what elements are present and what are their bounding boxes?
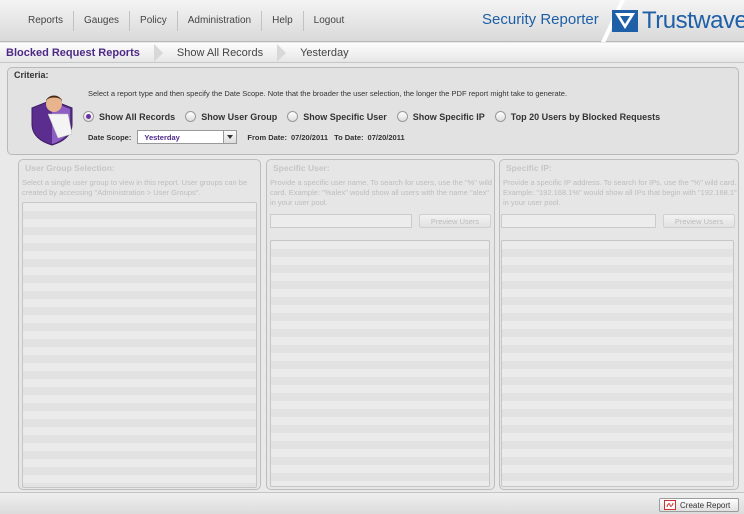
- chevron-down-icon[interactable]: [223, 131, 237, 143]
- specific-ip-list[interactable]: [501, 240, 734, 487]
- pdf-icon: [664, 500, 676, 510]
- specific-ip-description: Provide a specific IP address. To search…: [503, 178, 737, 207]
- brand-name: Trustwave: [642, 7, 744, 34]
- radio-show-all-records[interactable]: Show All Records: [83, 111, 175, 122]
- date-scope-value: Yesterday: [144, 132, 180, 142]
- report-type-group: Show All Records Show User Group Show Sp…: [83, 111, 670, 122]
- specific-user-input[interactable]: [270, 214, 412, 228]
- main-nav: Reports Gauges Policy Administration Hel…: [18, 0, 354, 42]
- criteria-panel: Criteria: Select a report type and then …: [7, 67, 739, 155]
- date-scope-row: Date Scope: Yesterday From Date: 07/20/2…: [88, 130, 405, 144]
- specific-user-panel: Specific User: Provide a specific user n…: [266, 159, 495, 490]
- date-scope-label: Date Scope:: [88, 132, 132, 142]
- preview-ips-button[interactable]: Preview Users: [663, 214, 735, 228]
- specific-user-description: Provide a specific user name. To search …: [270, 178, 492, 207]
- to-date-value: 07/20/2011: [367, 132, 405, 142]
- from-date-value: 07/20/2011: [290, 132, 329, 142]
- breadcrumb-item-records[interactable]: Show All Records: [171, 47, 269, 59]
- user-group-title: User Group Selection:: [25, 163, 115, 173]
- radio-label: Show All Records: [99, 111, 176, 122]
- preview-users-button[interactable]: Preview Users: [419, 214, 491, 228]
- date-scope-select[interactable]: Yesterday: [137, 130, 238, 144]
- criteria-title: Criteria:: [14, 70, 49, 80]
- create-report-label: Create Report: [680, 500, 731, 510]
- breadcrumb-separator: [277, 43, 287, 62]
- top-bar: Reports Gauges Policy Administration Hel…: [0, 0, 744, 42]
- nav-administration[interactable]: Administration: [178, 11, 263, 31]
- nav-logout[interactable]: Logout: [304, 11, 355, 31]
- user-group-list[interactable]: [22, 202, 257, 488]
- breadcrumb-separator: [153, 43, 163, 62]
- user-shield-icon: [31, 95, 73, 146]
- radio-button[interactable]: [287, 111, 299, 122]
- radio-label: Show Specific User: [303, 111, 387, 122]
- specific-ip-input[interactable]: [501, 214, 656, 228]
- radio-label: Top 20 Users by Blocked Requests: [510, 111, 661, 122]
- nav-gauges[interactable]: Gauges: [74, 11, 131, 31]
- breadcrumb: Blocked Request Reports Show All Records…: [0, 43, 744, 63]
- from-date-label: From Date:: [247, 132, 287, 142]
- radio-show-specific-user[interactable]: Show Specific User: [287, 111, 387, 122]
- footer-bar: Create Report: [0, 492, 744, 514]
- to-date-label: To Date:: [334, 132, 364, 142]
- specific-ip-title: Specific IP:: [506, 163, 552, 173]
- radio-top-20-users[interactable]: Top 20 Users by Blocked Requests: [494, 111, 661, 122]
- radio-show-user-group[interactable]: Show User Group: [185, 111, 277, 122]
- specific-user-title: Specific User:: [273, 163, 330, 173]
- criteria-instructions: Select a report type and then specify th…: [88, 89, 568, 98]
- user-group-panel: User Group Selection: Select a single us…: [18, 159, 261, 490]
- radio-button[interactable]: [83, 111, 94, 122]
- radio-button[interactable]: [494, 111, 506, 122]
- specific-user-list[interactable]: [270, 240, 490, 487]
- radio-button[interactable]: [185, 111, 197, 122]
- nav-reports[interactable]: Reports: [18, 11, 75, 31]
- breadcrumb-item-scope: Yesterday: [300, 46, 349, 59]
- create-report-button[interactable]: Create Report: [659, 498, 739, 512]
- specific-ip-panel: Specific IP: Provide a specific IP addre…: [499, 159, 739, 490]
- user-group-description: Select a single user group to view in th…: [22, 178, 248, 197]
- breadcrumb-item-report[interactable]: Blocked Request Reports: [0, 47, 146, 59]
- brand-logo: Trustwave ®: [612, 6, 744, 36]
- radio-button[interactable]: [396, 111, 408, 122]
- trustwave-logo-icon: [612, 10, 638, 32]
- app-title: Security Reporter: [482, 11, 599, 28]
- radio-show-specific-ip[interactable]: Show Specific IP: [396, 111, 485, 122]
- radio-label: Show User Group: [201, 111, 278, 122]
- nav-help[interactable]: Help: [262, 11, 304, 31]
- nav-policy[interactable]: Policy: [130, 11, 178, 31]
- radio-label: Show Specific IP: [412, 111, 485, 122]
